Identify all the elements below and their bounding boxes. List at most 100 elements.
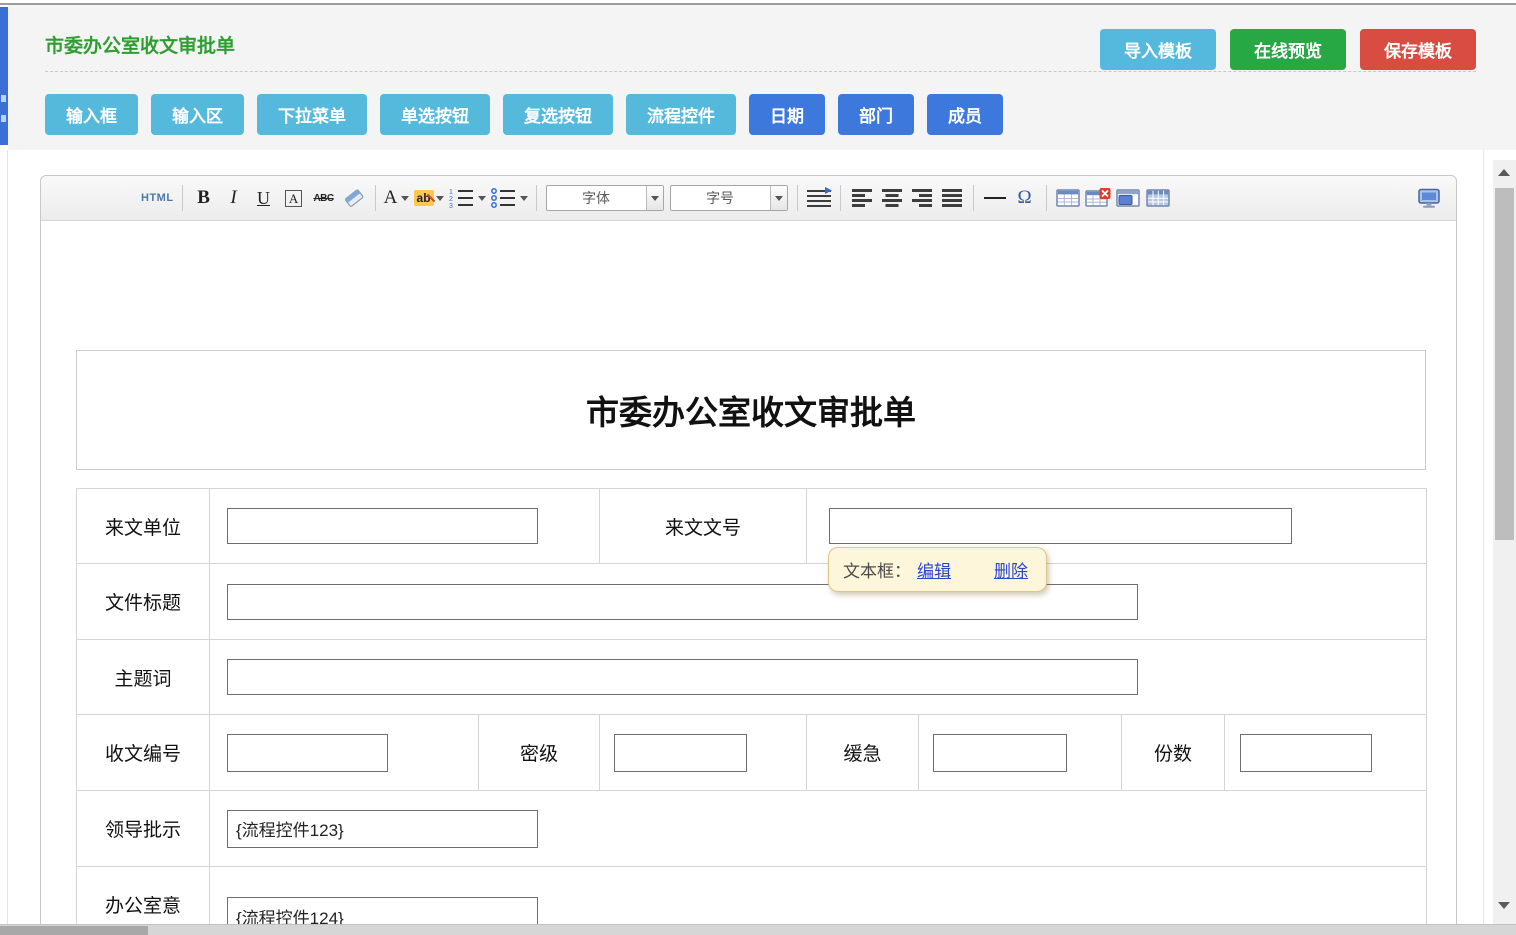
delete-control-link[interactable]: 删除 bbox=[994, 557, 1028, 582]
ordered-list-button[interactable]: 1 2 3 bbox=[448, 185, 486, 212]
toolbar-separator bbox=[182, 185, 183, 211]
scroll-up-arrow-icon[interactable] bbox=[1498, 169, 1510, 176]
document-title-block: 市委办公室收文审批单 bbox=[76, 350, 1426, 470]
unordered-list-icon bbox=[490, 187, 516, 209]
receipt-number-input[interactable] bbox=[227, 734, 388, 772]
html-source-icon: HTML bbox=[141, 192, 174, 204]
delete-table-button[interactable] bbox=[1085, 185, 1111, 212]
align-center-button[interactable] bbox=[879, 185, 905, 212]
insert-table-button[interactable] bbox=[1055, 185, 1081, 212]
character-border-button[interactable]: A bbox=[281, 185, 307, 212]
merge-cells-button[interactable] bbox=[1115, 185, 1141, 212]
widget-button-department[interactable]: 部门 bbox=[838, 94, 914, 135]
source-docnumber-label: 来文文号 bbox=[600, 489, 807, 564]
subject-words-label: 主题词 bbox=[77, 640, 210, 715]
font-color-icon: A bbox=[384, 187, 398, 209]
header-actions: 导入模板 在线预览 保存模板 bbox=[1100, 29, 1476, 70]
strikethrough-button[interactable]: ABC bbox=[311, 185, 337, 212]
subject-words-input[interactable] bbox=[227, 659, 1138, 695]
vertical-scrollbar[interactable] bbox=[1493, 160, 1516, 925]
background-window-edge bbox=[0, 7, 8, 145]
online-preview-button[interactable]: 在线预览 bbox=[1230, 29, 1346, 70]
table-row: 来文单位 来文文号 bbox=[77, 489, 1427, 564]
bold-icon: B bbox=[197, 187, 210, 209]
horizontal-scrollbar[interactable] bbox=[0, 924, 1516, 935]
toolbar-separator bbox=[797, 185, 798, 211]
urgency-input[interactable] bbox=[933, 734, 1067, 772]
widget-button-input-box[interactable]: 输入框 bbox=[45, 94, 138, 135]
copies-input[interactable] bbox=[1240, 734, 1372, 772]
widget-button-dropdown[interactable]: 下拉菜单 bbox=[257, 94, 367, 135]
document-title-label: 文件标题 bbox=[77, 564, 210, 640]
receipt-number-label: 收文编号 bbox=[77, 715, 210, 791]
source-code-button[interactable]: HTML bbox=[141, 185, 174, 212]
toolbar-separator bbox=[973, 185, 974, 211]
font-color-button[interactable]: A bbox=[384, 185, 410, 212]
urgency-label: 缓急 bbox=[807, 715, 919, 791]
scroll-down-arrow-icon[interactable] bbox=[1498, 902, 1510, 909]
save-template-button[interactable]: 保存模板 bbox=[1360, 29, 1476, 70]
editor-toolbar: HTML B I U A ABC bbox=[41, 176, 1456, 221]
leader-comments-cell bbox=[210, 791, 1427, 867]
toolbar-separator bbox=[1046, 185, 1047, 211]
font-family-value: 字体 bbox=[547, 186, 646, 210]
table-properties-icon bbox=[1146, 188, 1170, 208]
remove-format-button[interactable] bbox=[341, 185, 367, 212]
import-template-button[interactable]: 导入模板 bbox=[1100, 29, 1216, 70]
align-center-icon bbox=[881, 187, 903, 209]
horizontal-scrollbar-thumb[interactable] bbox=[0, 926, 148, 935]
align-right-button[interactable] bbox=[909, 185, 935, 212]
align-left-button[interactable] bbox=[849, 185, 875, 212]
chevron-down-icon[interactable] bbox=[646, 186, 663, 210]
widget-button-member[interactable]: 成员 bbox=[927, 94, 1003, 135]
receipt-number-cell bbox=[210, 715, 479, 791]
delete-table-icon bbox=[1085, 188, 1111, 208]
vertical-scrollbar-thumb[interactable] bbox=[1495, 188, 1514, 540]
indent-button[interactable] bbox=[806, 185, 832, 212]
special-character-button[interactable]: Ω bbox=[1012, 185, 1038, 212]
chevron-down-icon bbox=[436, 196, 444, 201]
character-border-icon: A bbox=[285, 190, 302, 207]
widget-button-input-area[interactable]: 输入区 bbox=[151, 94, 244, 135]
table-icon bbox=[1056, 188, 1080, 208]
secrecy-level-input[interactable] bbox=[614, 734, 747, 772]
document-title-cell bbox=[210, 564, 1427, 640]
bold-button[interactable]: B bbox=[191, 185, 217, 212]
table-row: 文件标题 bbox=[77, 564, 1427, 640]
widget-toolbar: 输入框 输入区 下拉菜单 单选按钮 复选按钮 流程控件 日期 部门 成员 bbox=[45, 94, 1003, 135]
unordered-list-button[interactable] bbox=[490, 185, 528, 212]
widget-button-checkbox[interactable]: 复选按钮 bbox=[503, 94, 613, 135]
font-size-select[interactable]: 字号 bbox=[670, 185, 788, 211]
align-justify-button[interactable] bbox=[939, 185, 965, 212]
strikethrough-icon: ABC bbox=[313, 193, 333, 204]
edit-control-link[interactable]: 编辑 bbox=[917, 557, 951, 582]
font-size-value: 字号 bbox=[671, 186, 770, 210]
table-row: 领导批示 bbox=[77, 791, 1427, 867]
leader-comments-label: 领导批示 bbox=[77, 791, 210, 867]
urgency-cell bbox=[919, 715, 1122, 791]
source-docnumber-input[interactable] bbox=[829, 508, 1292, 544]
widget-button-date[interactable]: 日期 bbox=[749, 94, 825, 135]
italic-button[interactable]: I bbox=[221, 185, 247, 212]
table-properties-button[interactable] bbox=[1145, 185, 1171, 212]
copies-cell bbox=[1225, 715, 1427, 791]
font-family-select[interactable]: 字体 bbox=[546, 185, 664, 211]
widget-button-radio[interactable]: 单选按钮 bbox=[380, 94, 490, 135]
horizontal-rule-button[interactable] bbox=[982, 185, 1008, 212]
highlight-color-button[interactable]: ab bbox=[414, 185, 444, 212]
control-edit-tooltip: 文本框： 编辑 删除 bbox=[828, 547, 1047, 592]
subject-words-cell bbox=[210, 640, 1427, 715]
leader-comments-flow-input[interactable] bbox=[227, 810, 538, 848]
omega-icon: Ω bbox=[1018, 187, 1032, 209]
editor-content[interactable]: 市委办公室收文审批单 来文单位 来文文号 bbox=[41, 221, 1456, 935]
chevron-down-icon[interactable] bbox=[770, 186, 787, 210]
svg-text:3: 3 bbox=[449, 203, 453, 209]
source-unit-input[interactable] bbox=[227, 508, 538, 544]
underline-button[interactable]: U bbox=[251, 185, 277, 212]
widget-button-flow-control[interactable]: 流程控件 bbox=[626, 94, 736, 135]
align-justify-icon bbox=[941, 187, 963, 209]
italic-icon: I bbox=[230, 187, 236, 209]
fullscreen-button[interactable] bbox=[1416, 185, 1442, 212]
merge-cells-icon bbox=[1116, 188, 1140, 208]
monitor-icon bbox=[1416, 187, 1442, 209]
